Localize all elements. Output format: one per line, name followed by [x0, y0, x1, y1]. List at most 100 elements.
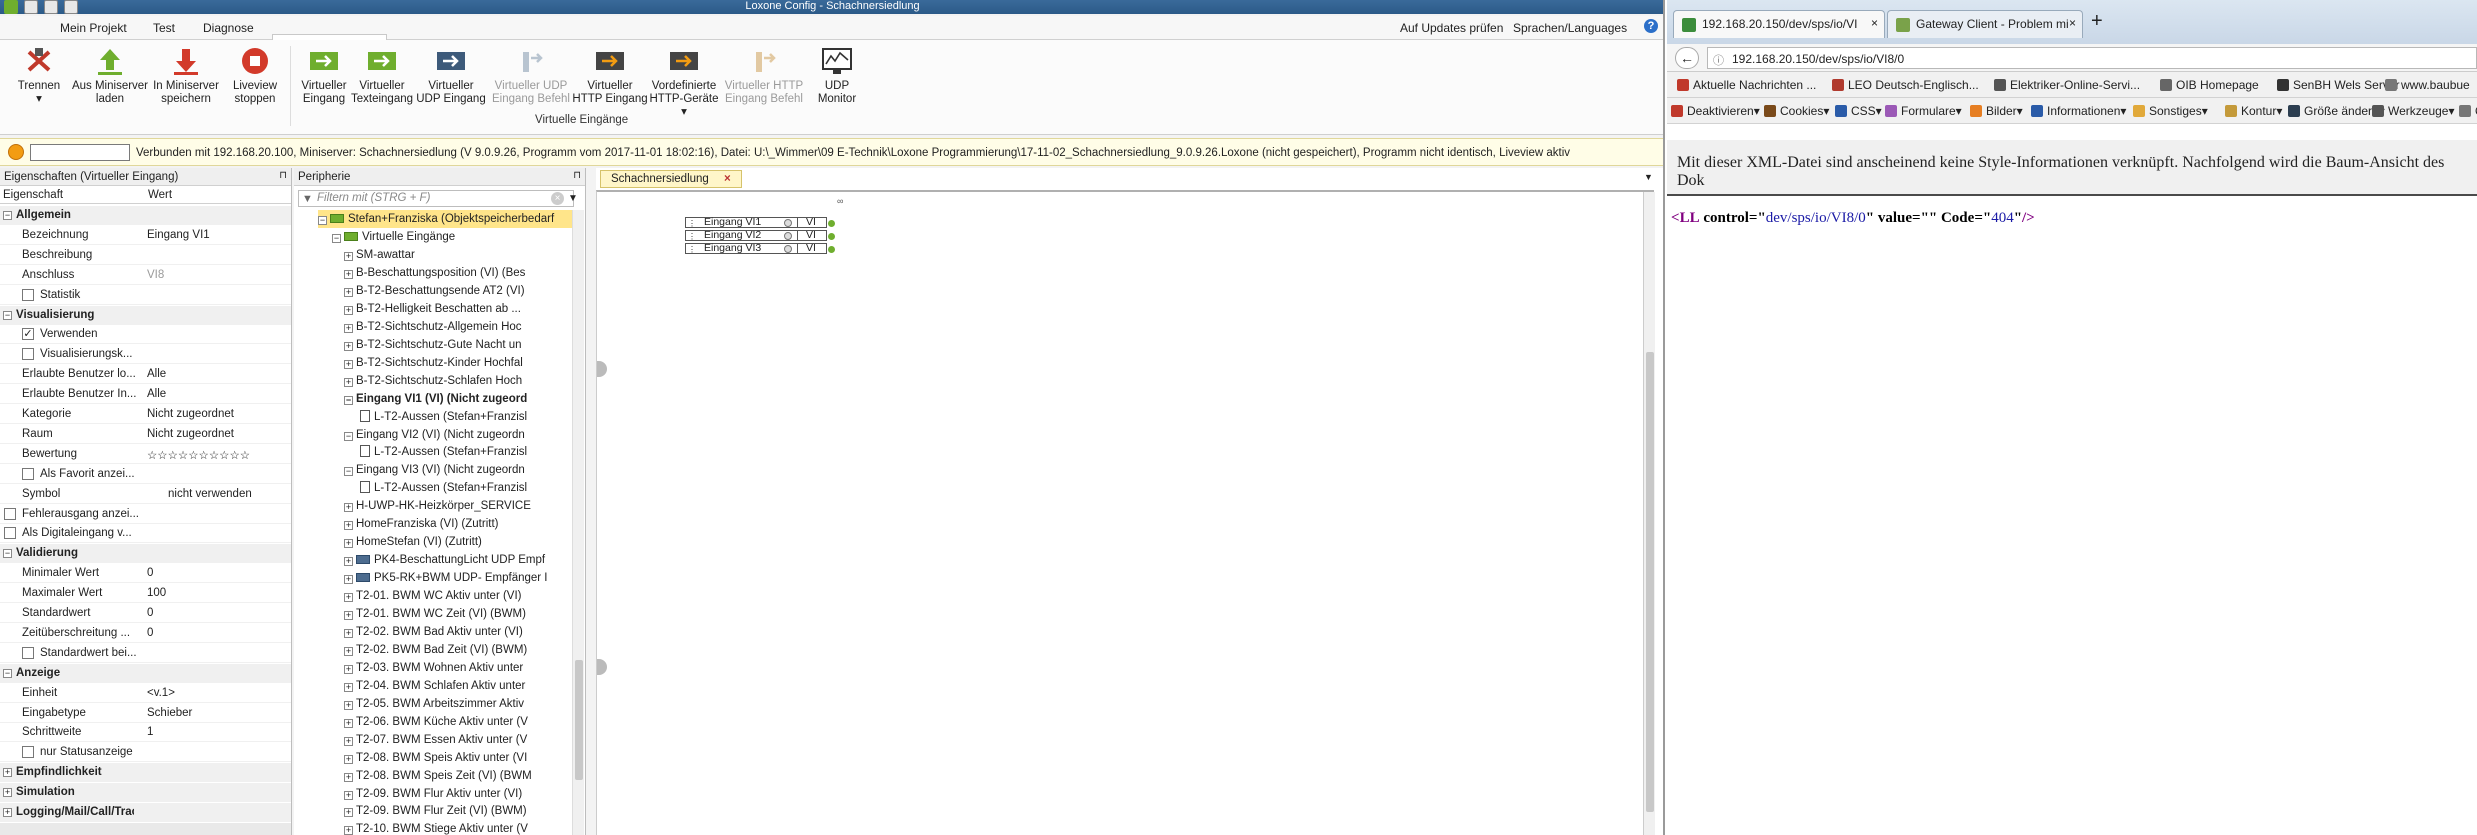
tree-item[interactable]: + T2-02. BWM Bad Aktiv unter (VI) [344, 623, 572, 641]
property-value[interactable]: 0 [147, 627, 153, 639]
tree-item[interactable]: + T2-10. BWM Stiege Aktiv unter (V [344, 820, 572, 835]
scroll-thumb[interactable] [1646, 352, 1654, 812]
property-row[interactable]: Einheit <v.1> [0, 684, 291, 703]
tree-item[interactable]: + T2-07. BWM Essen Aktiv unter (V [344, 731, 572, 749]
bookmark-senbh[interactable]: SenBH Wels Server [2277, 78, 2399, 92]
webdev-menu-item[interactable]: Cookies▾ [1764, 104, 1829, 118]
tree-item[interactable]: + T2-06. BWM Küche Aktiv unter (V [344, 713, 572, 731]
block-settings-icon[interactable] [784, 232, 792, 240]
property-section[interactable]: − Anzeige [0, 663, 291, 683]
webdev-menu-item[interactable]: Größe ändern▾ [2288, 104, 2385, 118]
expand-icon[interactable]: − [344, 431, 353, 441]
property-row[interactable]: Bewertung ☆☆☆☆☆☆☆☆☆☆ [0, 445, 291, 464]
output-port[interactable] [828, 220, 835, 227]
filter-input[interactable]: Filtern mit (STRG + F) [298, 190, 574, 207]
property-section[interactable]: + Simulation [0, 783, 291, 803]
bookmark-oib[interactable]: OIB Homepage [2160, 78, 2259, 92]
help-icon[interactable]: ? [1644, 19, 1658, 33]
expand-icon[interactable]: + [344, 539, 353, 549]
virtual-input-block[interactable]: ⋮ Eingang VI2 VI [685, 230, 835, 241]
property-value[interactable]: Nicht zugeordnet [147, 428, 234, 440]
expand-icon[interactable]: + [344, 790, 353, 800]
bookmark-elektriker[interactable]: Elektriker-Online-Servi... [1994, 78, 2140, 92]
tree-item[interactable]: + B-Beschattungsposition (VI) (Bes [344, 264, 572, 282]
tree-item[interactable]: + T2-09. BWM Flur Zeit (VI) (BWM) [344, 802, 572, 820]
checkbox[interactable] [22, 746, 34, 759]
tree-root[interactable]: − Stefan+Franziska (Objektspeicherbedarf [318, 210, 572, 228]
tree-item[interactable]: + B-T2-Sichtschutz-Kinder Hochfal [344, 354, 572, 372]
property-section[interactable]: + Empfindlichkeit [0, 763, 291, 783]
tree-item[interactable]: + T2-01. BWM WC Zeit (VI) (BWM) [344, 605, 572, 623]
webdev-menu-item[interactable]: Deaktivieren▾ [1671, 104, 1760, 118]
expand-icon[interactable]: + [344, 323, 353, 333]
expand-icon[interactable]: − [3, 310, 12, 320]
liveview-stop-button[interactable]: Liveview stoppen [226, 46, 284, 106]
checkbox[interactable] [22, 288, 34, 301]
expand-icon[interactable]: + [344, 377, 353, 387]
tree-item[interactable]: + HomeFranziska (VI) (Zutritt) [344, 515, 572, 533]
property-row[interactable]: Standardwert 0 [0, 604, 291, 623]
info-icon[interactable]: ⓘ [1713, 52, 1724, 68]
browser-tab-xml[interactable]: 192.168.20.150/dev/sps/io/VI × [1673, 10, 1885, 38]
expand-icon[interactable]: + [344, 718, 353, 728]
predefined-http-devices-button[interactable]: Vordefinierte HTTP-Geräte ▾ [648, 46, 720, 119]
expand-icon[interactable]: + [344, 521, 353, 531]
property-value[interactable]: 100 [147, 587, 166, 599]
pin-icon[interactable]: ⊓ [573, 170, 581, 181]
property-row[interactable]: Zeitüberschreitung ... 0 [0, 624, 291, 643]
property-row[interactable]: Fehlerausgang anzei... [0, 505, 291, 524]
property-value[interactable]: Nicht zugeordnet [147, 408, 234, 420]
output-port[interactable] [828, 233, 835, 240]
webdev-menu-item[interactable]: Q [2459, 104, 2477, 118]
property-row[interactable]: Bezeichnung Eingang VI1 [0, 226, 291, 245]
property-row[interactable]: Minimaler Wert 0 [0, 564, 291, 584]
tree-item[interactable]: + T2-08. BWM Speis Aktiv unter (VI [344, 749, 572, 767]
property-row[interactable]: Visualisierungsk... [0, 345, 291, 365]
expand-icon[interactable]: − [3, 211, 12, 220]
save-icon[interactable] [64, 0, 78, 14]
webdev-menu-item[interactable]: Kontur▾ [2225, 104, 2282, 118]
virtual-input-block[interactable]: ⋮ Eingang VI3 VI [685, 243, 835, 254]
tree-item[interactable]: + B-T2-Sichtschutz-Schlafen Hoch [344, 372, 572, 390]
virtual-http-input-button[interactable]: Virtueller HTTP Eingang [572, 46, 648, 106]
properties-scrollbar[interactable] [0, 823, 291, 835]
tree-item[interactable]: − Eingang VI1 (VI) (Nicht zugeord [344, 390, 572, 408]
bookmark-nachrichten[interactable]: Aktuelle Nachrichten ... [1677, 78, 1816, 92]
scroll-thumb[interactable] [575, 660, 583, 780]
property-row[interactable]: Erlaubte Benutzer In... Alle [0, 385, 291, 405]
property-value[interactable]: Alle [147, 368, 166, 380]
tree-item[interactable]: + H-UWP-HK-Heizkörper_SERVICE [344, 497, 572, 515]
tab-schachnersiedlung[interactable]: Schachnersiedlung × [600, 170, 742, 188]
expand-icon[interactable]: + [344, 252, 353, 261]
tree-item[interactable]: + T2-08. BWM Speis Zeit (VI) (BWM [344, 767, 572, 785]
property-value[interactable]: <v.1> [147, 687, 175, 699]
property-row[interactable]: Eingabetype Schieber [0, 704, 291, 723]
expand-icon[interactable]: − [318, 216, 327, 225]
property-value[interactable]: ☆☆☆☆☆☆☆☆☆☆ [147, 448, 250, 462]
expand-icon[interactable]: + [344, 826, 353, 835]
menu-test[interactable]: Test [153, 21, 175, 35]
tree-item[interactable]: + B-T2-Sichtschutz-Allgemein Hoc [344, 318, 572, 336]
tree-item[interactable]: + T2-02. BWM Bad Zeit (VI) (BWM) [344, 641, 572, 659]
checkbox[interactable]: ✓ [22, 328, 34, 341]
languages-menu[interactable]: Sprachen/Languages [1513, 21, 1627, 35]
expand-icon[interactable]: + [344, 736, 353, 746]
expand-icon[interactable]: − [3, 549, 12, 559]
open-icon[interactable] [44, 0, 58, 14]
property-row[interactable]: Standardwert bei... [0, 644, 291, 663]
property-value[interactable]: VI8 [147, 269, 164, 281]
tree-item-child[interactable]: L-T2-Aussen (Stefan+Franzisl [360, 408, 572, 426]
left-handle[interactable] [597, 659, 607, 675]
expand-icon[interactable]: + [344, 557, 353, 567]
property-value[interactable]: Schieber [147, 707, 192, 719]
webdev-menu-item[interactable]: Informationen▾ [2031, 104, 2126, 118]
virtual-input-button[interactable]: Virtueller Eingang [294, 46, 354, 106]
property-section[interactable]: + Logging/Mail/Call/Track [0, 803, 291, 822]
expand-icon[interactable]: + [3, 808, 12, 817]
webdev-menu-item[interactable]: Sonstiges▾ [2133, 104, 2208, 118]
property-row[interactable]: Beschreibung [0, 246, 291, 265]
tree-item[interactable]: + PK4-BeschattungLicht UDP Empf [344, 551, 572, 569]
property-row[interactable]: Anschluss VI8 [0, 266, 291, 285]
tree-item[interactable]: + T2-09. BWM Flur Aktiv unter (VI) [344, 785, 572, 803]
close-tab-icon[interactable]: × [2069, 16, 2076, 30]
